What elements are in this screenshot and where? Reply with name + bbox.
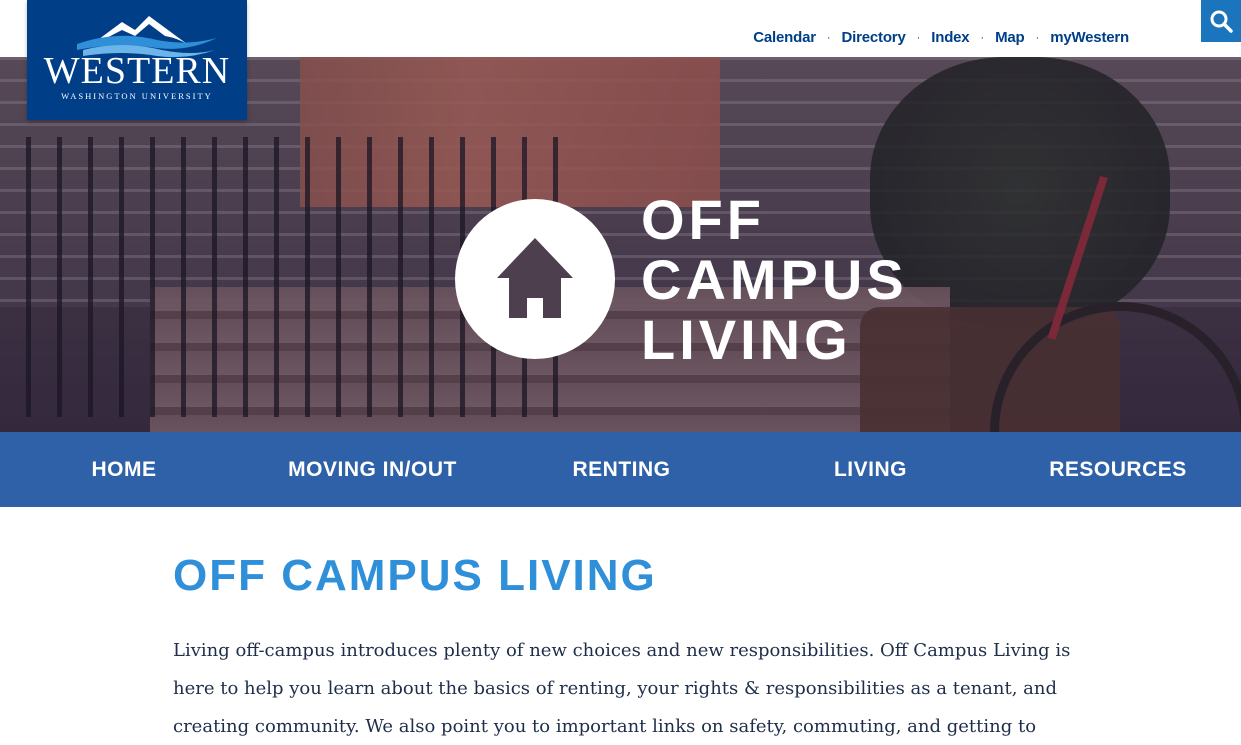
- calendar-link[interactable]: Calendar: [753, 29, 816, 46]
- page-title: OFF CAMPUS LIVING: [173, 551, 657, 600]
- search-icon: [1210, 10, 1233, 33]
- hero-title: OFF CAMPUS LIVING: [641, 190, 908, 370]
- index-link[interactable]: Index: [931, 29, 969, 46]
- separator: ·: [1035, 31, 1040, 44]
- separator: ·: [980, 31, 985, 44]
- mywestern-link[interactable]: myWestern: [1050, 29, 1129, 46]
- logo-wordmark: WESTERN: [43, 50, 231, 92]
- directory-link[interactable]: Directory: [842, 29, 906, 46]
- hero-title-line: OFF: [641, 188, 765, 251]
- nav-item-living[interactable]: LIVING: [746, 432, 995, 507]
- separator: ·: [916, 31, 921, 44]
- university-logo[interactable]: WESTERN WASHINGTON UNIVERSITY: [27, 0, 247, 120]
- nav-item-moving[interactable]: MOVING IN/OUT: [248, 432, 497, 507]
- nav-item-home[interactable]: HOME: [0, 432, 248, 507]
- map-link[interactable]: Map: [995, 29, 1025, 46]
- house-icon: [497, 238, 573, 318]
- hero-title-line: CAMPUS: [641, 248, 908, 311]
- house-badge: [455, 199, 615, 359]
- logo-subline: WASHINGTON UNIVERSITY: [61, 91, 213, 101]
- nav-item-renting[interactable]: RENTING: [497, 432, 746, 507]
- search-button[interactable]: [1201, 0, 1241, 42]
- nav-item-resources[interactable]: RESOURCES: [995, 432, 1241, 507]
- utility-nav: Calendar · Directory · Index · Map · myW…: [753, 29, 1129, 46]
- intro-paragraph: Living off-campus introduces plenty of n…: [173, 640, 1071, 737]
- hero-title-line: LIVING: [641, 308, 852, 371]
- separator: ·: [826, 31, 831, 44]
- main-nav: HOME MOVING IN/OUT RENTING LIVING RESOUR…: [0, 432, 1241, 507]
